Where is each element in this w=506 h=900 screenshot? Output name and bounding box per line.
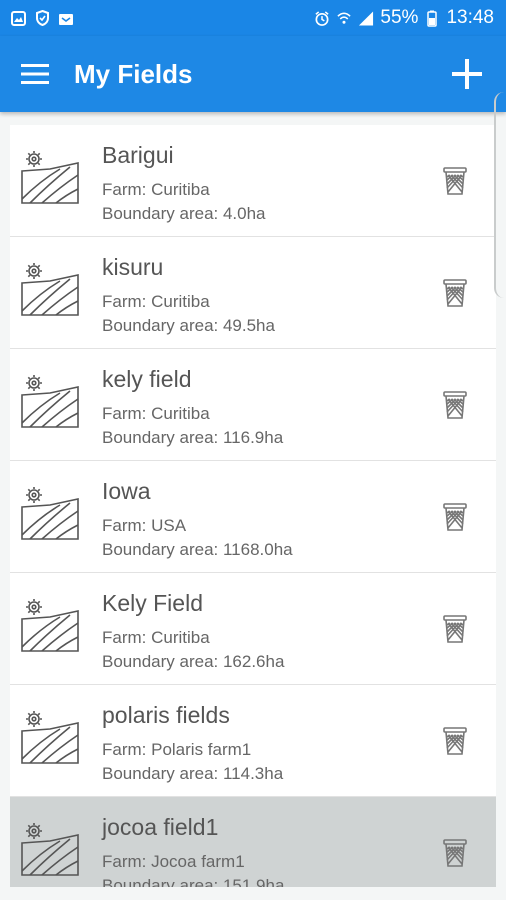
- field-gear-icon: [21, 711, 79, 764]
- field-boundary-area: Boundary area: 114.3ha: [102, 764, 284, 783]
- field-farm: Farm: Curitiba: [102, 628, 210, 647]
- field-name: kisuru: [102, 254, 164, 280]
- field-row[interactable]: polaris fields Farm: Polaris farm1 Bound…: [10, 685, 496, 797]
- battery-percent: 55%: [380, 7, 419, 28]
- field-row[interactable]: Iowa Farm: USA Boundary area: 1168.0ha: [10, 461, 496, 573]
- signal-icon: [358, 10, 374, 26]
- field-farm: Farm: Curitiba: [102, 180, 210, 199]
- field-name: Barigui: [102, 142, 174, 168]
- field-gear-icon: [21, 487, 79, 540]
- field-boundary-area: Boundary area: 49.5ha: [102, 316, 275, 335]
- page-title: My Fields: [74, 58, 193, 89]
- wifi-icon: [336, 10, 352, 26]
- shield-icon: [34, 10, 50, 26]
- field-gear-icon: [21, 263, 79, 316]
- battery-icon: [424, 10, 440, 27]
- app-bar: My Fields: [0, 36, 506, 112]
- field-name: polaris fields: [102, 702, 230, 728]
- gallery-icon: [10, 10, 26, 26]
- field-boundary-area: Boundary area: 116.9ha: [102, 428, 284, 447]
- field-gear-icon: [21, 375, 79, 428]
- field-farm: Farm: Jocoa farm1: [102, 852, 245, 871]
- field-farm: Farm: Curitiba: [102, 292, 210, 311]
- trash-icon[interactable]: [442, 726, 468, 756]
- field-row[interactable]: Barigui Farm: Curitiba Boundary area: 4.…: [10, 125, 496, 237]
- alarm-icon: [314, 10, 330, 26]
- field-gear-icon: [21, 823, 79, 876]
- field-boundary-area: Boundary area: 151.9ha: [102, 876, 285, 887]
- field-farm: Farm: USA: [102, 516, 187, 535]
- trash-icon[interactable]: [442, 390, 468, 420]
- field-row[interactable]: Kely Field Farm: Curitiba Boundary area:…: [10, 573, 496, 685]
- drawer-edge-handle[interactable]: [494, 92, 506, 298]
- plus-icon: [452, 59, 482, 89]
- trash-icon[interactable]: [442, 166, 468, 196]
- inbox-icon: [58, 10, 74, 26]
- add-field-button[interactable]: [450, 57, 484, 91]
- field-name: jocoa field1: [102, 814, 219, 840]
- status-bar: 55% 13:48: [0, 0, 506, 36]
- trash-icon[interactable]: [442, 614, 468, 644]
- field-name: Kely Field: [102, 590, 203, 616]
- field-name: Iowa: [102, 478, 151, 504]
- field-row[interactable]: kely field Farm: Curitiba Boundary area:…: [10, 349, 496, 461]
- trash-icon[interactable]: [442, 502, 468, 532]
- field-boundary-area: Boundary area: 162.6ha: [102, 652, 285, 671]
- field-farm: Farm: Polaris farm1: [102, 740, 252, 759]
- field-name: kely field: [102, 366, 192, 392]
- field-gear-icon: [21, 599, 79, 652]
- trash-icon[interactable]: [442, 278, 468, 308]
- field-row[interactable]: jocoa field1 Farm: Jocoa farm1 Boundary …: [10, 797, 496, 887]
- field-boundary-area: Boundary area: 1168.0ha: [102, 540, 293, 559]
- hamburger-menu-icon[interactable]: [18, 57, 52, 91]
- field-gear-icon: [21, 151, 79, 204]
- trash-icon[interactable]: [442, 838, 468, 868]
- field-row[interactable]: kisuru Farm: Curitiba Boundary area: 49.…: [10, 237, 496, 349]
- field-boundary-area: Boundary area: 4.0ha: [102, 204, 266, 223]
- field-farm: Farm: Curitiba: [102, 404, 210, 423]
- clock: 13:48: [446, 7, 494, 28]
- fields-list: Barigui Farm: Curitiba Boundary area: 4.…: [10, 125, 496, 887]
